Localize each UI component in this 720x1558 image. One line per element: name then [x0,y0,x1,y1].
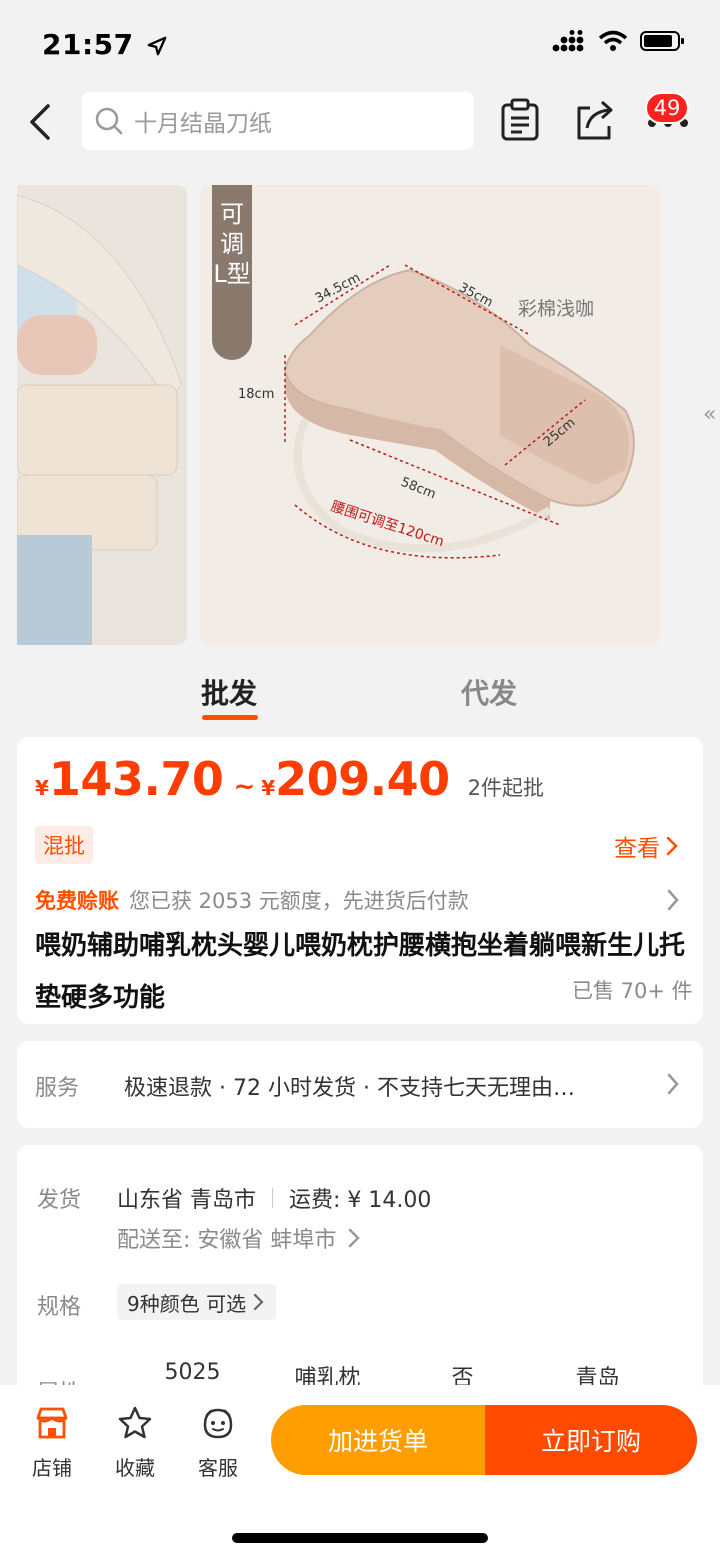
tab-dropship[interactable]: 代发 [461,672,517,712]
dim-label-height: 18cm [238,387,274,402]
currency-symbol-2: ¥ [261,776,276,800]
price-range: ¥ 143.70 ~ ¥ 209.40 2件起批 [35,752,544,806]
shipping-info: 山东省 青岛市 运费: ¥ 14.00 [117,1182,431,1214]
search-placeholder: 十月结晶刀纸 [134,111,272,137]
location-arrow-icon [147,36,167,56]
view-link[interactable]: 查看 [614,829,680,863]
color-name-label: 彩棉浅咖 [518,298,594,320]
double-chevron-left-icon[interactable]: « [703,402,716,427]
chevron-right-icon[interactable] [664,887,682,913]
credit-row[interactable]: 免费赊账 您已获 2053 元额度，先进货后付款 [35,885,469,915]
shipping-label: 发货 [37,1188,82,1213]
mix-batch-badge: 混批 [35,826,93,864]
chevron-right-icon [253,1293,264,1311]
clipboard-button[interactable] [500,98,544,144]
status-icons [552,30,686,52]
share-button[interactable] [574,98,618,144]
nav-favorite[interactable]: 收藏 [105,1405,165,1481]
service-text: 极速退款 · 72 小时发货 · 不支持七天无理由… [124,1076,575,1101]
chevron-right-icon[interactable] [664,1071,682,1097]
min-order: 2件起批 [467,776,545,800]
service-face-icon [203,1408,233,1439]
shipping-fee: 运费: ¥ 14.00 [289,1188,432,1213]
price-low: 143.70 [48,752,224,806]
buy-now-button[interactable]: 立即订购 [485,1405,697,1475]
cart-badge: 49 [645,92,689,124]
spec-label: 规格 [37,1295,82,1320]
battery-icon [640,31,684,51]
chevron-left-icon [30,104,50,140]
spec-selector[interactable]: 9种颜色 可选 [117,1284,277,1320]
search-icon [95,107,123,135]
home-indicator[interactable] [232,1533,488,1543]
credit-text: 您已获 2053 元额度，先进货后付款 [129,889,469,913]
currency-symbol: ¥ [35,776,49,800]
share-icon [577,100,613,140]
product-photo-prev [17,185,187,645]
delivery-destination[interactable]: 配送至: 安徽省 蚌埠市 [117,1222,362,1254]
divider [272,1188,273,1208]
product-title: 喂奶辅助哺乳枕头婴儿喂奶枕护腰横抱坐着躺喂新生儿托垫硬多功能 [35,931,686,1013]
chevron-right-icon [666,836,678,856]
tab-wholesale[interactable]: 批发 [201,672,257,712]
product-image-main[interactable]: 34.5cm 35cm 18cm 58cm 25cm 腰围可调至120cm 彩棉… [200,185,660,645]
clipboard-icon [501,98,539,141]
price-high: 209.40 [275,752,450,806]
adjustable-tag: 可调 L型 [212,185,252,360]
credit-label: 免费赊账 [35,889,119,913]
price-separator: ~ [233,772,256,802]
add-to-cart-button[interactable]: 加进货单 [271,1405,485,1475]
pillow-diagram: 34.5cm 35cm 18cm 58cm 25cm 腰围可调至120cm 彩棉… [200,185,660,645]
shop-icon [36,1407,68,1439]
chevron-right-icon [349,1228,361,1248]
status-time: 21:57 [42,28,168,61]
service-label: 服务 [35,1076,80,1101]
cellular-signal-icon [552,30,584,52]
nav-customer-service[interactable]: 客服 [188,1405,248,1481]
tab-active-indicator [202,715,258,720]
back-button[interactable] [24,100,58,144]
star-icon [118,1406,152,1439]
nav-shop[interactable]: 店铺 [22,1405,82,1481]
wifi-icon [598,30,628,51]
shipping-origin: 山东省 青岛市 [117,1188,256,1213]
sold-count: 已售 70+ 件 [572,979,693,1003]
search-input[interactable]: 十月结晶刀纸 [82,92,474,150]
product-image-prev[interactable] [17,185,187,645]
